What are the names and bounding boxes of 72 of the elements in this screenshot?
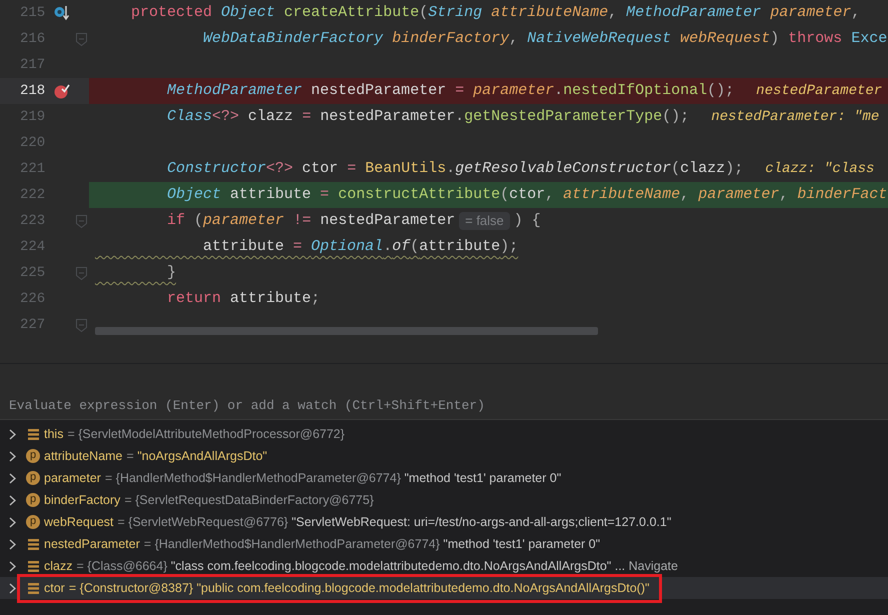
- variable-row[interactable]: nestedParameter = {HandlerMethod$HandlerMethodParameter@6774} "method 'test1' parameter 0": [0, 533, 888, 555]
- line-number: 222: [20, 186, 46, 204]
- expand-chevron-icon[interactable]: [9, 560, 16, 572]
- code-line: Constructor<?> ctor = BeanUtils.getResolvableConstructor(clazz);: [166, 160, 744, 178]
- variable-row[interactable]: p attributeName = "noArgsAndAllArgsDto": [0, 445, 888, 467]
- expand-chevron-icon[interactable]: [9, 582, 16, 594]
- line-number: 225: [20, 264, 46, 282]
- variable-row[interactable]: clazz = {Class@6664} "class com.feelcoding.blogcode.modelattributedemo.dto.NoArgsAndAllArgsDto" ... Navigate: [0, 555, 888, 577]
- variable-name: ctor: [44, 580, 65, 596]
- variable-name: attributeName: [44, 448, 123, 464]
- field-icon: [28, 560, 39, 572]
- evaluate-expression-field[interactable]: Evaluate expression (Enter) or add a watch (Ctrl+Shift+Enter): [0, 392, 888, 419]
- expand-chevron-icon[interactable]: [9, 538, 16, 550]
- code-line: attribute = Optional.of(attribute);: [202, 238, 518, 256]
- variable-row[interactable]: this = {ServletModelAttributeMethodProcessor@6772}: [0, 423, 888, 445]
- variable-name: parameter: [44, 470, 101, 486]
- inline-debug-value: nestedParameter: [756, 82, 882, 100]
- parameter-icon: p: [26, 471, 40, 485]
- line-number: 219: [20, 108, 46, 126]
- parameter-icon: p: [26, 493, 40, 507]
- parameter-icon: p: [26, 449, 40, 463]
- variable-value: = {Constructor@8387} "public com.feelcoding.blogcode.modelattributedemo.dto.NoArgsAndAllArgsDto()": [68, 580, 650, 596]
- variable-name: clazz: [44, 558, 72, 574]
- variable-value: = {HandlerMethod$HandlerMethodParameter@6774} "method 'test1' parameter 0": [104, 470, 562, 486]
- line-number: 217: [20, 56, 46, 74]
- variable-name: webRequest: [44, 514, 114, 530]
- expand-chevron-icon[interactable]: [9, 450, 16, 462]
- code-line: Object attribute = constructAttribute(ctor, attributeName, parameter, binderFact: [166, 186, 888, 204]
- line-number: 224: [20, 238, 46, 256]
- navigate-link[interactable]: Navigate: [628, 559, 678, 573]
- field-icon: [28, 582, 39, 594]
- code-line: Class<?> clazz = nestedParameter.getNestedParameterType();: [166, 108, 690, 126]
- variable-name: binderFactory: [44, 492, 120, 508]
- line-number: 218: [20, 82, 46, 100]
- variable-value: = {Class@6664} "class com.feelcoding.blogcode.modelattributedemo.dto.NoArgsAndAllArgsDto" ... Navigate: [76, 558, 678, 574]
- horizontal-scrollbar[interactable]: [95, 327, 598, 335]
- parameter-icon: p: [26, 515, 40, 529]
- line-number: 220: [20, 134, 46, 152]
- expand-chevron-icon[interactable]: [9, 494, 16, 506]
- variable-value: = "noArgsAndAllArgsDto": [126, 448, 268, 464]
- inline-debug-value: clazz: "class: [765, 160, 874, 178]
- line-number: 227: [20, 316, 46, 334]
- code-line: MethodParameter nestedParameter = parameter.nestedIfOptional();: [166, 82, 734, 100]
- variable-name: nestedParameter: [44, 536, 140, 552]
- expand-chevron-icon[interactable]: [9, 472, 16, 484]
- variable-row[interactable]: p webRequest = {ServletWebRequest@6776} "ServletWebRequest: uri=/test/no-args-and-all-args;client=127.0.0.1": [0, 511, 888, 533]
- inline-debug-value: nestedParameter: "me: [711, 108, 880, 126]
- line-number: 221: [20, 160, 46, 178]
- variable-value: = {ServletModelAttributeMethodProcessor@6772}: [67, 426, 345, 442]
- field-icon: [28, 538, 39, 550]
- variable-value: = {HandlerMethod$HandlerMethodParameter@6774} "method 'test1' parameter 0": [144, 536, 600, 552]
- line-number: 226: [20, 290, 46, 308]
- expand-chevron-icon[interactable]: [9, 428, 16, 440]
- code-line: WebDataBinderFactory binderFactory, NativeWebRequest webRequest) throws Exce: [202, 30, 888, 48]
- field-icon: [28, 428, 39, 440]
- inline-value-hint: = false: [459, 212, 510, 230]
- variable-row[interactable]: p parameter = {HandlerMethod$HandlerMethodParameter@6774} "method 'test1' parameter 0": [0, 467, 888, 489]
- code-line: ) {: [514, 212, 541, 230]
- line-number: 215: [20, 4, 46, 22]
- expand-chevron-icon[interactable]: [9, 516, 16, 528]
- line-number: 216: [20, 30, 46, 48]
- line-number: 223: [20, 212, 46, 230]
- code-line: }: [166, 264, 176, 282]
- variable-row[interactable]: p binderFactory = {ServletRequestDataBinderFactory@6775}: [0, 489, 888, 511]
- code-line: protected Object createAttribute(String attributeName, MethodParameter parameter,: [130, 4, 860, 22]
- code-line: return attribute;: [166, 290, 320, 308]
- variable-value: = {ServletRequestDataBinderFactory@6775}: [124, 492, 374, 508]
- variable-name: this: [44, 426, 64, 442]
- breakpoint-icon[interactable]: [54, 83, 70, 99]
- variable-value: = {ServletWebRequest@6776} "ServletWebRequest: uri=/test/no-args-and-all-args;client=127.0.0.1": [118, 514, 672, 530]
- code-line: if (parameter != nestedParameter: [166, 212, 456, 230]
- method-breakpoint-icon[interactable]: [54, 5, 70, 21]
